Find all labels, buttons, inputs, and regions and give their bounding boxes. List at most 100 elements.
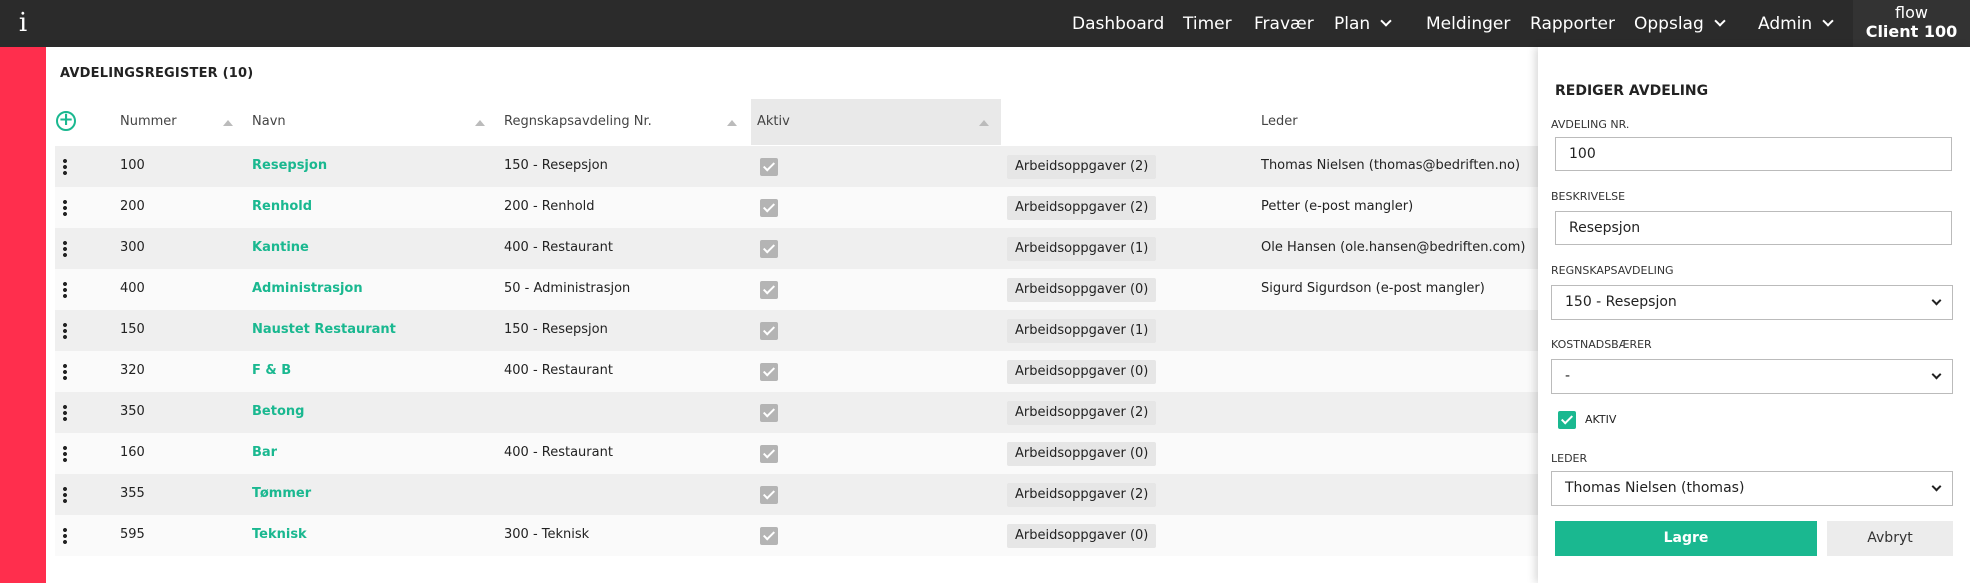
plus-circle-icon[interactable]: + (56, 111, 76, 131)
nav-label: Meldinger (1426, 13, 1511, 34)
nav-label: Rapporter (1530, 13, 1615, 34)
arbeidsoppgaver-button[interactable]: Arbeidsoppgaver (0) (1007, 360, 1157, 384)
nav-label: Dashboard (1072, 13, 1165, 34)
nav-label: Fravær (1254, 13, 1314, 34)
nav-timer[interactable]: Timer (1183, 0, 1232, 47)
more-vertical-icon[interactable] (63, 363, 67, 381)
arbeidsoppgaver-button[interactable]: Arbeidsoppgaver (2) (1007, 401, 1157, 425)
arbeidsoppgaver-button[interactable]: Arbeidsoppgaver (0) (1007, 278, 1157, 302)
client-name: Client 100 (1865, 22, 1958, 41)
cell-navn-link[interactable]: Bar (252, 445, 277, 460)
nav-dashboard[interactable]: Dashboard (1072, 0, 1164, 47)
more-vertical-icon[interactable] (63, 281, 67, 299)
cell-leder: Sigurd Sigurdson (e-post mangler) (1261, 281, 1485, 296)
cell-nummer: 320 (120, 363, 145, 378)
arbeidsoppgaver-button[interactable]: Arbeidsoppgaver (1) (1007, 237, 1157, 261)
chevron-down-icon (1931, 481, 1942, 492)
cell-nummer: 595 (120, 527, 145, 542)
column-header-navn[interactable]: Navn (252, 114, 286, 129)
cell-navn-link[interactable]: Betong (252, 404, 304, 419)
aktiv-label: AKTIV (1585, 413, 1617, 426)
client-selector[interactable]: flow Client 100 (1853, 0, 1970, 47)
save-button[interactable]: Lagre (1555, 521, 1817, 556)
sort-icon[interactable] (475, 120, 485, 126)
nav-meldinger[interactable]: Meldinger (1426, 0, 1510, 47)
cell-nummer: 400 (120, 281, 145, 296)
nav-admin[interactable]: Admin (1758, 0, 1834, 47)
table-row: 150 Naustet Restaurant 150 - Resepsjon A… (55, 310, 1540, 351)
arbeidsoppgaver-button[interactable]: Arbeidsoppgaver (0) (1007, 524, 1157, 548)
table-row: 300 Kantine 400 - Restaurant Arbeidsoppg… (55, 228, 1540, 269)
cell-leder: Thomas Nielsen (thomas@bedriften.no) (1261, 158, 1521, 173)
cell-navn-link[interactable]: Renhold (252, 199, 312, 214)
beskrivelse-input[interactable]: Resepsjon (1555, 211, 1952, 245)
sort-icon[interactable] (223, 120, 233, 126)
cell-nummer: 160 (120, 445, 145, 460)
department-table: 100 Resepsjon 150 - Resepsjon Arbeidsopp… (55, 146, 1540, 556)
cell-regnskapsavdeling: 50 - Administrasjon (504, 281, 631, 296)
client-brand: flow (1895, 3, 1928, 22)
cancel-button[interactable]: Avbryt (1827, 521, 1953, 556)
cell-navn-link[interactable]: Administrasjon (252, 281, 363, 296)
table-row: 100 Resepsjon 150 - Resepsjon Arbeidsopp… (55, 146, 1540, 187)
aktiv-checkbox (760, 404, 778, 422)
nav-rapporter[interactable]: Rapporter (1530, 0, 1615, 47)
column-header-regnskapsavdeling[interactable]: Regnskapsavdeling Nr. (504, 114, 652, 129)
cell-navn-link[interactable]: F & B (252, 363, 291, 378)
column-header-nummer[interactable]: Nummer (120, 114, 177, 129)
avdeling-nr-input[interactable]: 100 (1555, 137, 1952, 171)
more-vertical-icon[interactable] (63, 322, 67, 340)
more-vertical-icon[interactable] (63, 240, 67, 258)
sort-icon[interactable] (979, 120, 989, 126)
leder-select[interactable]: Thomas Nielsen (thomas) (1551, 471, 1953, 506)
aktiv-checkbox (760, 445, 778, 463)
chevron-down-icon (1822, 15, 1834, 27)
cell-navn-link[interactable]: Teknisk (252, 527, 307, 542)
page-title: AVDELINGSREGISTER (10) (60, 66, 254, 81)
cell-regnskapsavdeling: 200 - Renhold (504, 199, 595, 214)
nav-plan[interactable]: Plan (1334, 0, 1392, 47)
column-header-leder: Leder (1261, 114, 1298, 129)
column-header-aktiv[interactable]: Aktiv (757, 114, 790, 129)
more-vertical-icon[interactable] (63, 486, 67, 504)
kostnadsbaerer-label: KOSTNADSBÆRER (1551, 338, 1652, 351)
nav-oppslag[interactable]: Oppslag (1634, 0, 1726, 47)
more-vertical-icon[interactable] (63, 527, 67, 545)
more-vertical-icon[interactable] (63, 404, 67, 422)
cell-regnskapsavdeling: 400 - Restaurant (504, 240, 613, 255)
arbeidsoppgaver-button[interactable]: Arbeidsoppgaver (0) (1007, 442, 1157, 466)
chevron-down-icon (1931, 295, 1942, 306)
panel-title: REDIGER AVDELING (1555, 83, 1709, 99)
aktiv-checkbox[interactable] (1558, 411, 1576, 429)
more-vertical-icon[interactable] (63, 158, 67, 176)
sort-icon[interactable] (727, 120, 737, 126)
arbeidsoppgaver-button[interactable]: Arbeidsoppgaver (2) (1007, 155, 1157, 179)
regnskapsavdeling-select[interactable]: 150 - Resepsjon (1551, 285, 1953, 320)
info-icon[interactable]: i (15, 8, 31, 38)
cell-regnskapsavdeling: 400 - Restaurant (504, 445, 613, 460)
cell-nummer: 200 (120, 199, 145, 214)
arbeidsoppgaver-button[interactable]: Arbeidsoppgaver (2) (1007, 483, 1157, 507)
nav-label: Plan (1334, 13, 1371, 34)
cell-navn-link[interactable]: Kantine (252, 240, 309, 255)
more-vertical-icon[interactable] (63, 199, 67, 217)
aktiv-checkbox (760, 486, 778, 504)
cell-navn-link[interactable]: Naustet Restaurant (252, 322, 396, 337)
regnskapsavdeling-label: REGNSKAPSAVDELING (1551, 264, 1674, 277)
aktiv-checkbox (760, 363, 778, 381)
table-row: 350 Betong Arbeidsoppgaver (2) (55, 392, 1540, 433)
arbeidsoppgaver-button[interactable]: Arbeidsoppgaver (2) (1007, 196, 1157, 220)
nav-fravaer[interactable]: Fravær (1254, 0, 1314, 47)
kostnadsbaerer-select[interactable]: - (1551, 359, 1953, 394)
cell-nummer: 150 (120, 322, 145, 337)
more-vertical-icon[interactable] (63, 445, 67, 463)
table-row: 595 Teknisk 300 - Teknisk Arbeidsoppgave… (55, 515, 1540, 556)
cell-navn-link[interactable]: Resepsjon (252, 158, 327, 173)
cell-nummer: 350 (120, 404, 145, 419)
side-strip (0, 47, 46, 583)
arbeidsoppgaver-button[interactable]: Arbeidsoppgaver (1) (1007, 319, 1157, 343)
cell-navn-link[interactable]: Tømmer (252, 486, 311, 501)
aktiv-checkbox (760, 322, 778, 340)
leder-label: LEDER (1551, 452, 1588, 465)
cell-nummer: 355 (120, 486, 145, 501)
